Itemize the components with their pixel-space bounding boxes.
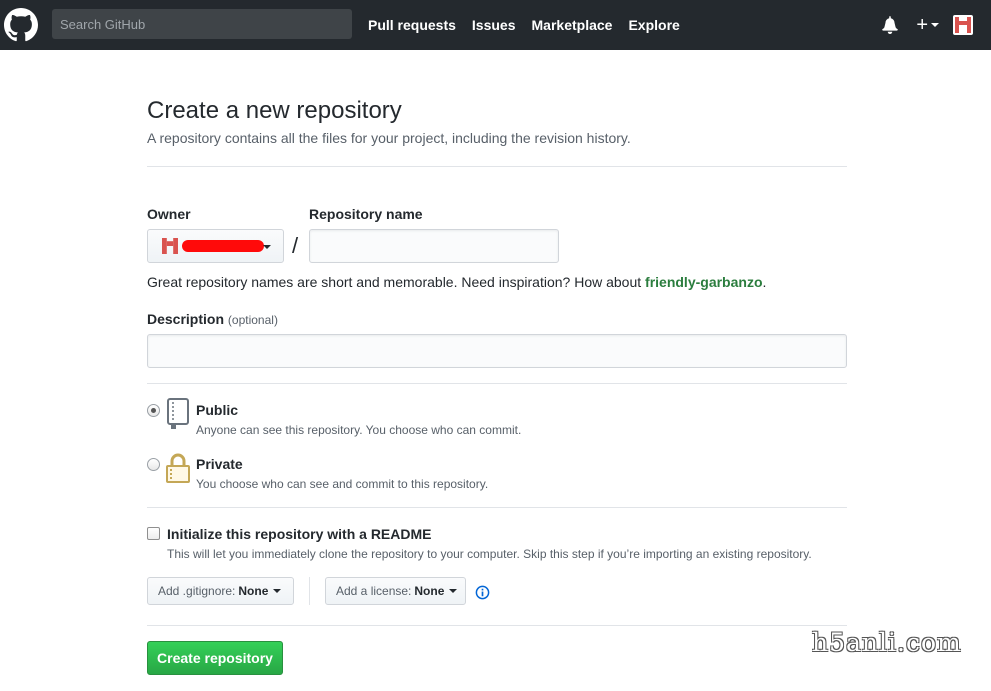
bell-icon[interactable] xyxy=(882,16,899,34)
chevron-down-icon xyxy=(449,589,458,593)
private-note: You choose who can see and commit to thi… xyxy=(196,477,489,491)
public-note: Anyone can see this repository. You choo… xyxy=(196,423,522,437)
plus-icon[interactable]: + xyxy=(916,14,939,37)
description-label: Description (optional) xyxy=(147,311,278,327)
chevron-down-icon xyxy=(273,589,282,593)
repo-book-icon xyxy=(167,398,189,429)
divider xyxy=(147,625,847,626)
redaction-mark xyxy=(182,240,264,252)
header-nav: Pull requests Issues Marketplace Explore xyxy=(368,0,696,50)
name-hint: Great repository names are short and mem… xyxy=(147,274,766,290)
description-label-text: Description xyxy=(147,311,225,327)
divider xyxy=(309,577,310,605)
identicon-icon xyxy=(955,17,971,33)
header-actions: + xyxy=(882,0,991,50)
divider xyxy=(147,383,847,384)
private-radio[interactable] xyxy=(147,458,160,471)
license-value: None xyxy=(414,584,445,598)
create-repository-button[interactable]: Create repository xyxy=(147,641,283,675)
optional-note: (optional) xyxy=(227,313,278,327)
chevron-down-icon xyxy=(931,23,939,27)
repo-name-label: Repository name xyxy=(309,206,423,222)
init-readme-note: This will let you immediately clone the … xyxy=(167,547,812,561)
hint-suffix: . xyxy=(762,274,767,290)
lock-icon xyxy=(166,453,190,483)
hint-text: Great repository names are short and mem… xyxy=(147,274,646,290)
divider xyxy=(147,507,847,508)
github-logo-icon[interactable] xyxy=(4,8,38,42)
name-suggestion-link[interactable]: friendly-garbanzo xyxy=(645,274,762,290)
gitignore-value: None xyxy=(238,584,269,598)
public-radio[interactable] xyxy=(147,404,160,417)
owner-select[interactable] xyxy=(147,229,284,263)
search-input[interactable] xyxy=(52,9,352,39)
owner-label: Owner xyxy=(147,206,191,222)
owner-avatar-icon xyxy=(162,238,178,254)
divider xyxy=(147,166,847,167)
watermark: h5anli.com xyxy=(812,628,962,657)
page-subtitle: A repository contains all the files for … xyxy=(147,130,631,146)
repo-name-input[interactable] xyxy=(309,229,559,263)
nav-pull-requests[interactable]: Pull requests xyxy=(368,17,456,33)
license-label: Add a license: xyxy=(336,584,412,598)
page-title: Create a new repository xyxy=(147,97,402,124)
gitignore-label: Add .gitignore: xyxy=(158,584,236,598)
chevron-down-icon xyxy=(263,245,271,249)
nav-issues[interactable]: Issues xyxy=(472,17,516,33)
public-title: Public xyxy=(196,402,239,418)
site-header: Pull requests Issues Marketplace Explore… xyxy=(0,0,991,50)
owner-repo-separator: / xyxy=(292,233,299,258)
nav-explore[interactable]: Explore xyxy=(628,17,679,33)
nav-marketplace[interactable]: Marketplace xyxy=(532,17,613,33)
license-select[interactable]: Add a license: None xyxy=(325,577,466,605)
gitignore-select[interactable]: Add .gitignore: None xyxy=(147,577,294,605)
init-readme-label[interactable]: Initialize this repository with a README xyxy=(167,526,431,542)
avatar-icon[interactable] xyxy=(953,15,973,35)
info-icon[interactable] xyxy=(475,585,490,600)
init-readme-checkbox[interactable] xyxy=(147,527,160,540)
description-input[interactable] xyxy=(147,334,847,368)
private-title: Private xyxy=(196,456,243,472)
